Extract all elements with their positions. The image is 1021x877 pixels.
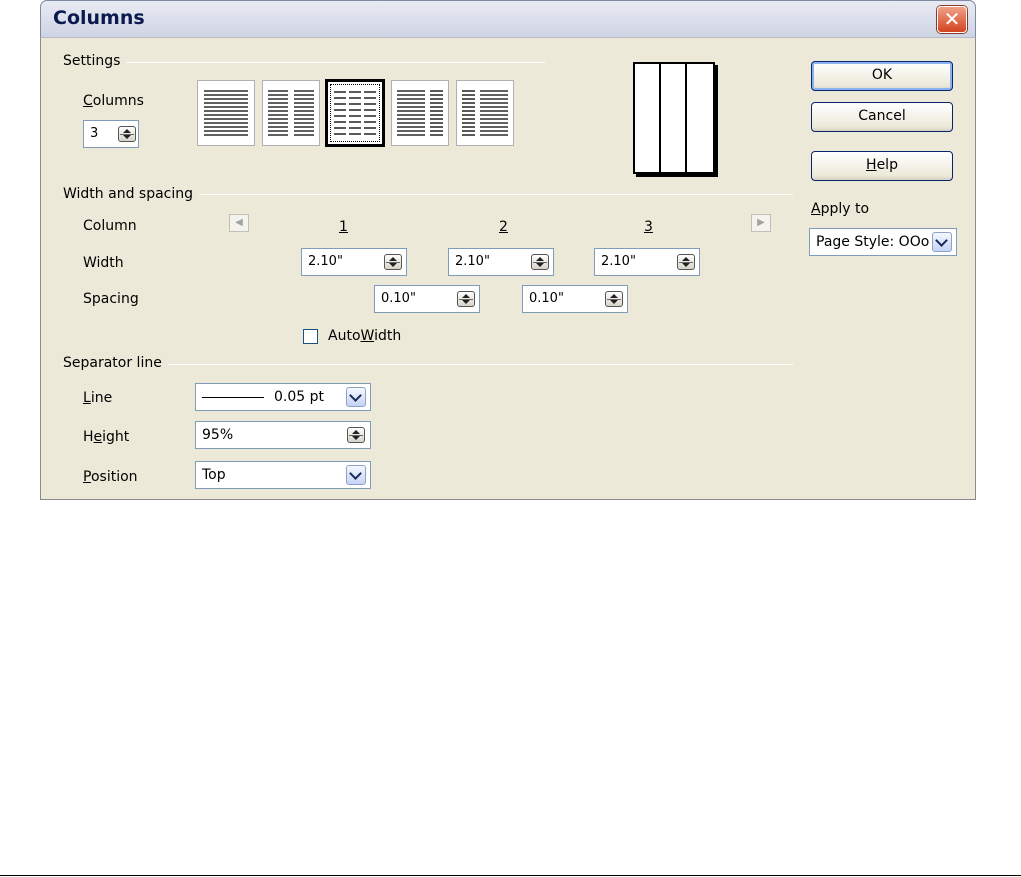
preset-two-columns[interactable] xyxy=(262,80,320,146)
apply-to-value: Page Style: OOo xyxy=(816,234,930,250)
apply-to-combo[interactable]: Page Style: OOo xyxy=(809,228,957,256)
separator-line-separator xyxy=(61,364,793,365)
columns-value: 3 xyxy=(90,126,99,141)
line-style-combo[interactable]: 0.05 pt xyxy=(195,383,371,411)
one-column-icon xyxy=(204,90,248,136)
column-3-width-field[interactable]: 2.10" xyxy=(594,248,700,276)
close-icon: ✕ xyxy=(943,7,961,31)
preset-three-columns[interactable] xyxy=(325,79,385,147)
width-label: Width xyxy=(83,255,124,271)
column-3-width-value: 2.10" xyxy=(601,254,636,269)
previous-column-button[interactable]: ◀ xyxy=(229,214,249,232)
column-3-width-spin-buttons[interactable] xyxy=(677,254,695,270)
spacing-1-2-spin-buttons[interactable] xyxy=(457,291,475,307)
separator-height-spin-buttons[interactable] xyxy=(347,427,365,443)
next-column-button[interactable]: ▶ xyxy=(751,214,771,232)
spacing-2-3-value: 0.10" xyxy=(529,291,564,306)
separator-height-value: 95% xyxy=(202,427,234,443)
column-1-width-value: 2.10" xyxy=(308,254,343,269)
settings-group-label: Settings xyxy=(63,53,127,69)
line-sample xyxy=(202,397,264,398)
separator-position-value: Top xyxy=(202,467,226,483)
column-2-width-value: 2.10" xyxy=(455,254,490,269)
two-columns-icon xyxy=(268,90,314,136)
column-2-width-spin-buttons[interactable] xyxy=(531,254,549,270)
chevron-down-icon[interactable] xyxy=(932,232,952,252)
preview-column-divider xyxy=(685,64,687,172)
preview-column-divider xyxy=(659,64,661,172)
help-button[interactable]: Help xyxy=(811,151,953,181)
spacing-1-2-field[interactable]: 0.10" xyxy=(374,285,480,313)
dialog-body: Settings Columns 3 Width and spacing Col… xyxy=(40,37,976,500)
spacing-label: Spacing xyxy=(83,291,139,307)
dialog-title: Columns xyxy=(53,7,145,29)
column-1-width-field[interactable]: 2.10" xyxy=(301,248,407,276)
spacing-2-3-spin-buttons[interactable] xyxy=(605,291,623,307)
columns-dialog: Columns ✕ Settings Columns 3 Width and s… xyxy=(40,0,976,500)
ok-button[interactable]: OK xyxy=(811,61,953,91)
close-button[interactable]: ✕ xyxy=(937,6,967,33)
cancel-button[interactable]: Cancel xyxy=(811,102,953,132)
right-wide-columns-icon xyxy=(462,90,508,136)
columns-preview xyxy=(633,62,715,174)
width-spacing-group-label: Width and spacing xyxy=(63,186,200,202)
separator-position-combo[interactable]: Top xyxy=(195,461,371,489)
chevron-down-icon[interactable] xyxy=(346,387,366,407)
preset-two-columns-left-wide[interactable] xyxy=(391,80,449,146)
autowidth-checkbox[interactable] xyxy=(303,329,318,344)
column-1-width-spin-buttons[interactable] xyxy=(384,254,402,270)
three-columns-icon xyxy=(334,91,376,135)
page-rule xyxy=(0,875,1021,876)
column-2-width-field[interactable]: 2.10" xyxy=(448,248,554,276)
title-bar: Columns ✕ xyxy=(40,0,976,37)
line-style-value: 0.05 pt xyxy=(274,389,324,405)
columns-spin-buttons[interactable] xyxy=(118,126,136,142)
height-label: Height xyxy=(83,429,130,445)
left-wide-columns-icon xyxy=(397,90,443,136)
column-number-1: 1 xyxy=(339,219,348,235)
columns-label: Columns xyxy=(83,93,144,109)
preset-two-columns-right-wide[interactable] xyxy=(456,80,514,146)
separator-height-field[interactable]: 95% xyxy=(195,421,371,449)
separator-line-group-label: Separator line xyxy=(63,355,168,371)
line-label: Line xyxy=(83,390,113,406)
spacing-1-2-value: 0.10" xyxy=(381,291,416,306)
column-number-2: 2 xyxy=(499,219,508,235)
spacing-2-3-field[interactable]: 0.10" xyxy=(522,285,628,313)
left-arrow-icon: ◀ xyxy=(235,217,243,228)
settings-separator xyxy=(61,62,545,63)
column-row-label: Column xyxy=(83,218,137,234)
columns-spinbox[interactable]: 3 xyxy=(83,120,139,148)
right-arrow-icon: ▶ xyxy=(757,217,765,228)
position-label: Position xyxy=(83,469,138,485)
column-number-3: 3 xyxy=(644,219,653,235)
preset-one-column[interactable] xyxy=(197,80,255,146)
chevron-down-icon[interactable] xyxy=(346,465,366,485)
apply-to-label: Apply to xyxy=(811,201,870,217)
autowidth-label: AutoWidth xyxy=(328,328,402,344)
